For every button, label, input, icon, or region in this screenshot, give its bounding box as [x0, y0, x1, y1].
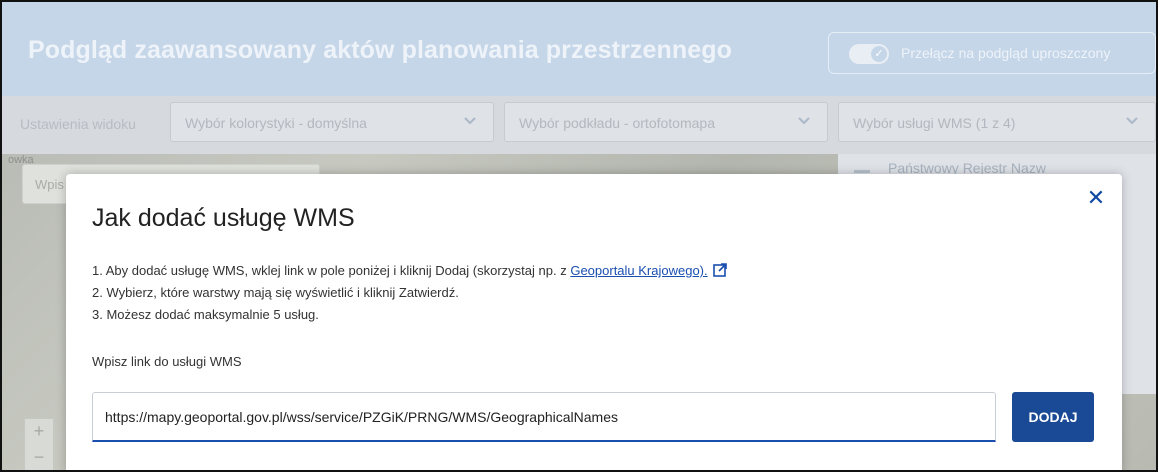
simple-view-toggle-button[interactable]: ✓ Przełącz na podgląd uproszczony — [828, 32, 1156, 74]
check-icon: ✓ — [871, 46, 887, 62]
map-search-placeholder: Wpis — [35, 177, 64, 192]
chevron-down-icon — [798, 117, 810, 125]
chevron-down-icon — [1126, 117, 1138, 125]
layer-collapse-icon[interactable] — [854, 170, 870, 173]
app-header: Podgląd zaawansowany aktów planowania pr… — [2, 2, 1156, 96]
zoom-control: + − — [24, 418, 54, 470]
basemap-value: Wybór podkładu - ortofotomapa — [519, 115, 715, 131]
wms-service-select[interactable]: Wybór usługi WMS (1 z 4) — [838, 102, 1156, 142]
toggle-switch[interactable]: ✓ — [849, 44, 889, 64]
dialog-title: Jak dodać usługę WMS — [92, 204, 355, 232]
toggle-label: Przełącz na podgląd uproszczony — [901, 45, 1111, 61]
page-title: Podgląd zaawansowany aktów planowania pr… — [28, 36, 732, 64]
instruction-step-2: 2. Wybierz, które warstwy mają się wyświ… — [92, 285, 459, 300]
wms-link-label: Wpisz link do usługi WMS — [92, 354, 242, 369]
view-settings-toolbar: Ustawienia widoku Wybór kolorystyki - do… — [2, 96, 1156, 154]
geoportal-link[interactable]: Geoportalu Krajowego). — [570, 263, 707, 278]
basemap-select[interactable]: Wybór podkładu - ortofotomapa — [504, 102, 828, 142]
instructions: 1. Aby dodać usługę WMS, wklej link w po… — [92, 260, 728, 326]
view-settings-label: Ustawienia widoku — [20, 116, 136, 132]
color-scheme-value: Wybór kolorystyki - domyślna — [185, 115, 367, 131]
external-link-icon[interactable] — [713, 263, 728, 277]
close-icon[interactable]: ✕ — [1084, 186, 1108, 210]
instruction-step-3: 3. Możesz dodać maksymalnie 5 usług. — [92, 307, 319, 322]
app-frame: Podgląd zaawansowany aktów planowania pr… — [0, 0, 1158, 472]
zoom-out-button[interactable]: − — [25, 447, 53, 468]
add-button[interactable]: DODAJ — [1012, 392, 1094, 442]
add-wms-dialog: ✕ Jak dodać usługę WMS 1. Aby dodać usłu… — [66, 174, 1122, 470]
instruction-step-1: 1. Aby dodać usługę WMS, wklej link w po… — [92, 260, 728, 282]
zoom-in-button[interactable]: + — [25, 421, 53, 442]
wms-link-input[interactable] — [92, 392, 996, 442]
color-scheme-select[interactable]: Wybór kolorystyki - domyślna — [170, 102, 494, 142]
chevron-down-icon — [464, 117, 476, 125]
wms-service-value: Wybór usługi WMS (1 z 4) — [853, 115, 1016, 131]
step-1-text: 1. Aby dodać usługę WMS, wklej link w po… — [92, 263, 571, 278]
